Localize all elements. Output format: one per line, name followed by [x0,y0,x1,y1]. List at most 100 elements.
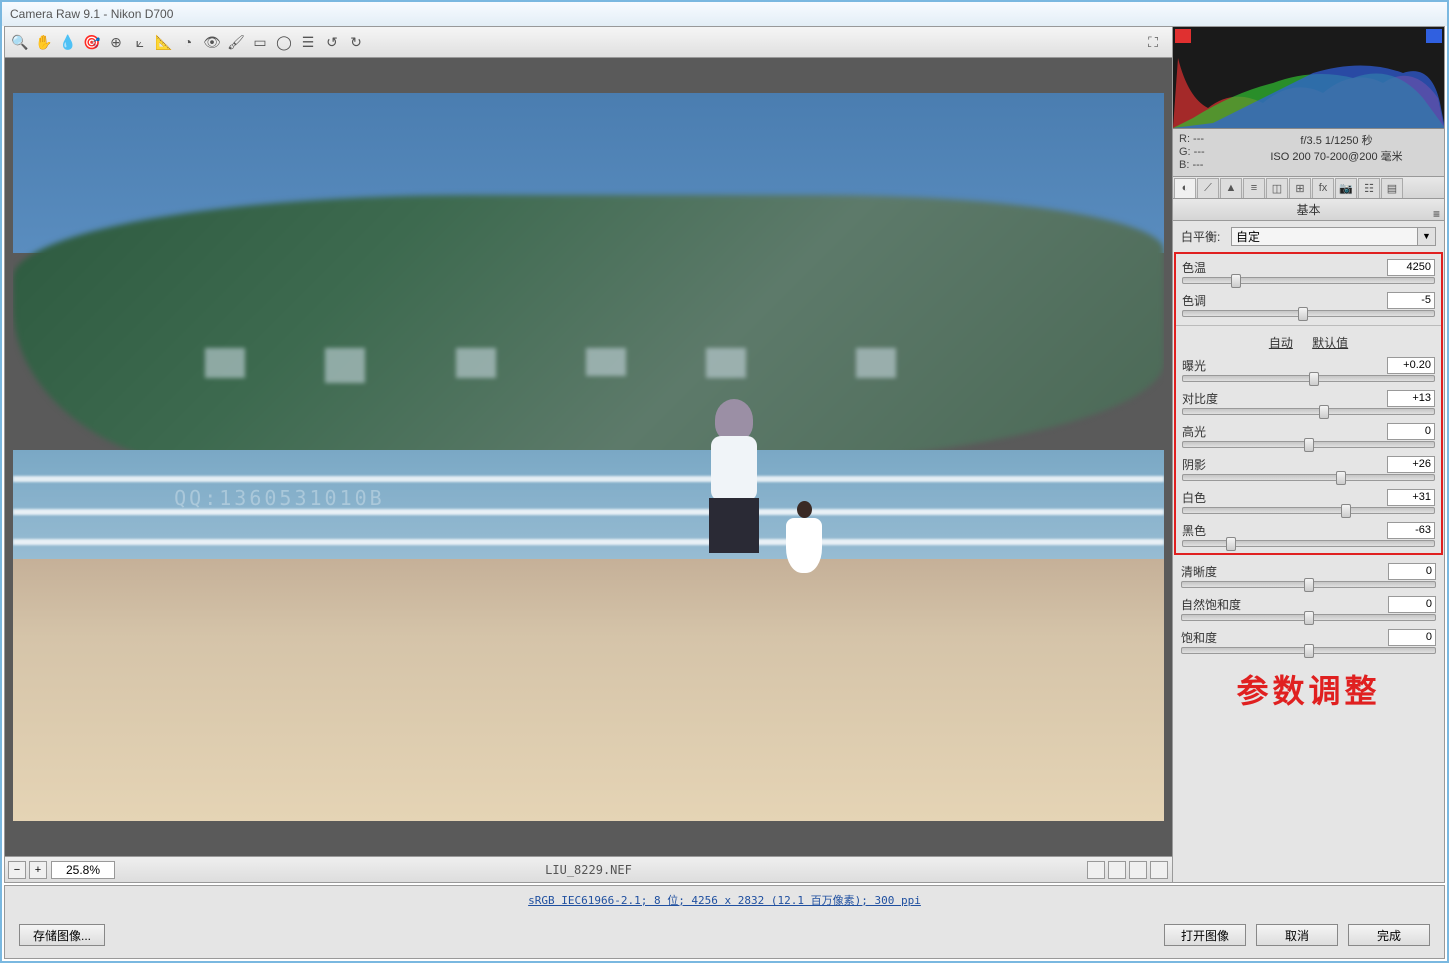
exif-iso: ISO 200 70-200@200 毫米 [1233,149,1440,165]
b-value: B: --- [1179,159,1223,172]
highlights-label: 高光 [1182,423,1387,440]
tab-fx[interactable]: fx [1312,178,1334,198]
main-area: 🔍 ✋ 💧 🎯 ⊕ ⟀ 📐 ◔ 👁 🖌 ▭ ◯ ☰ ↺ ↻ ⛶ [4,26,1445,883]
contrast-label: 对比度 [1182,390,1387,407]
whites-slider[interactable] [1182,507,1435,514]
highlighted-group: 色温4250 色调-5 自动 默认值 曝光+0.20 对比度+13 高光0 阴影… [1174,252,1443,555]
default-link[interactable]: 默认值 [1312,336,1348,350]
tab-hsl[interactable]: ≡ [1243,178,1265,198]
histogram[interactable] [1173,27,1444,129]
shadows-input[interactable]: +26 [1387,456,1435,473]
toolbar: 🔍 ✋ 💧 🎯 ⊕ ⟀ 📐 ◔ 👁 🖌 ▭ ◯ ☰ ↺ ↻ ⛶ [5,27,1172,58]
spot-removal-icon[interactable]: ◔ [177,31,199,53]
shadows-slider[interactable] [1182,474,1435,481]
saturation-label: 饱和度 [1181,629,1388,646]
whites-input[interactable]: +31 [1387,489,1435,506]
tab-split[interactable]: ◫ [1266,178,1288,198]
temp-label: 色温 [1182,259,1387,276]
clarity-slider[interactable] [1181,581,1436,588]
tint-label: 色调 [1182,292,1387,309]
panel-tabs: ◐ ⟋ ▲ ≡ ◫ ⊞ fx 📷 ☷ ▤ [1173,177,1444,199]
panel-title: 基本 ≡ [1173,199,1444,221]
highlights-slider[interactable] [1182,441,1435,448]
clarity-label: 清晰度 [1181,563,1388,580]
temp-input[interactable]: 4250 [1387,259,1435,276]
footer: sRGB IEC61966-2.1; 8 位; 4256 x 2832 (12.… [4,885,1445,959]
tab-lens[interactable]: ⊞ [1289,178,1311,198]
right-panel: R: --- G: --- B: --- f/3.5 1/1250 秒 ISO … [1172,27,1444,882]
cancel-button[interactable]: 取消 [1256,924,1338,946]
contrast-input[interactable]: +13 [1387,390,1435,407]
hand-tool-icon[interactable]: ✋ [33,31,55,53]
tab-camera[interactable]: 📷 [1335,178,1357,198]
preview-image: QQ:1360531010B [13,93,1164,821]
wb-dropdown-icon[interactable]: ▼ [1418,227,1436,246]
tint-input[interactable]: -5 [1387,292,1435,309]
exposure-label: 曝光 [1182,357,1387,374]
panel-menu-icon[interactable]: ≡ [1433,203,1440,225]
status-bar: − + 25.8% LIU_8229.NEF [5,856,1172,882]
exif-aperture: f/3.5 1/1250 秒 [1233,133,1440,149]
info-bar: R: --- G: --- B: --- f/3.5 1/1250 秒 ISO … [1173,129,1444,177]
save-image-button[interactable]: 存储图像... [19,924,105,946]
temp-slider[interactable] [1182,277,1435,284]
rotate-ccw-icon[interactable]: ↺ [321,31,343,53]
watermark: QQ:1360531010B [174,486,385,510]
highlights-input[interactable]: 0 [1387,423,1435,440]
saturation-input[interactable]: 0 [1388,629,1436,646]
annotation-text: 参数调整 [1181,666,1436,712]
tab-basic[interactable]: ◐ [1174,178,1196,198]
blacks-label: 黑色 [1182,522,1387,539]
highlight-clip-icon[interactable] [1426,29,1442,43]
exposure-slider[interactable] [1182,375,1435,382]
tab-curve[interactable]: ⟋ [1197,178,1219,198]
settings-icon[interactable] [1150,861,1168,879]
preview-area[interactable]: QQ:1360531010B [5,58,1172,856]
straighten-icon[interactable]: 📐 [153,31,175,53]
vibrance-label: 自然饱和度 [1181,596,1388,613]
shadows-label: 阴影 [1182,456,1387,473]
filter-icon[interactable] [1087,861,1105,879]
crop-tool-icon[interactable]: ⟀ [129,31,151,53]
left-panel: 🔍 ✋ 💧 🎯 ⊕ ⟀ 📐 ◔ 👁 🖌 ▭ ◯ ☰ ↺ ↻ ⛶ [5,27,1172,882]
filename-label: LIU_8229.NEF [545,863,632,877]
auto-link[interactable]: 自动 [1269,336,1293,350]
zoom-in-button[interactable]: + [29,861,47,879]
color-sampler-icon[interactable]: 🎯 [81,31,103,53]
tab-presets[interactable]: ☷ [1358,178,1380,198]
wb-select[interactable]: 自定 [1231,227,1418,246]
redeye-icon[interactable]: 👁 [201,31,223,53]
blacks-slider[interactable] [1182,540,1435,547]
zoom-out-button[interactable]: − [8,861,26,879]
zoom-tool-icon[interactable]: 🔍 [9,31,31,53]
tint-slider[interactable] [1182,310,1435,317]
blacks-input[interactable]: -63 [1387,522,1435,539]
tab-snapshots[interactable]: ▤ [1381,178,1403,198]
fullscreen-icon[interactable]: ⛶ [1142,31,1164,53]
done-button[interactable]: 完成 [1348,924,1430,946]
rotate-cw-icon[interactable]: ↻ [345,31,367,53]
vibrance-input[interactable]: 0 [1388,596,1436,613]
prefs-icon[interactable]: ☰ [297,31,319,53]
clarity-input[interactable]: 0 [1388,563,1436,580]
vibrance-slider[interactable] [1181,614,1436,621]
contrast-slider[interactable] [1182,408,1435,415]
target-adjust-icon[interactable]: ⊕ [105,31,127,53]
whites-label: 白色 [1182,489,1387,506]
workflow-link[interactable]: sRGB IEC61966-2.1; 8 位; 4256 x 2832 (12.… [528,892,921,908]
tab-detail[interactable]: ▲ [1220,178,1242,198]
adjustment-brush-icon[interactable]: 🖌 [225,31,247,53]
r-value: R: --- [1179,133,1223,146]
wb-tool-icon[interactable]: 💧 [57,31,79,53]
zoom-value[interactable]: 25.8% [51,861,115,879]
exposure-input[interactable]: +0.20 [1387,357,1435,374]
g-value: G: --- [1179,146,1223,159]
radial-filter-icon[interactable]: ◯ [273,31,295,53]
strip-icon[interactable] [1129,861,1147,879]
open-image-button[interactable]: 打开图像 [1164,924,1246,946]
shadow-clip-icon[interactable] [1175,29,1191,43]
graduated-filter-icon[interactable]: ▭ [249,31,271,53]
rating-icon[interactable] [1108,861,1126,879]
saturation-slider[interactable] [1181,647,1436,654]
wb-label: 白平衡: [1181,228,1231,245]
